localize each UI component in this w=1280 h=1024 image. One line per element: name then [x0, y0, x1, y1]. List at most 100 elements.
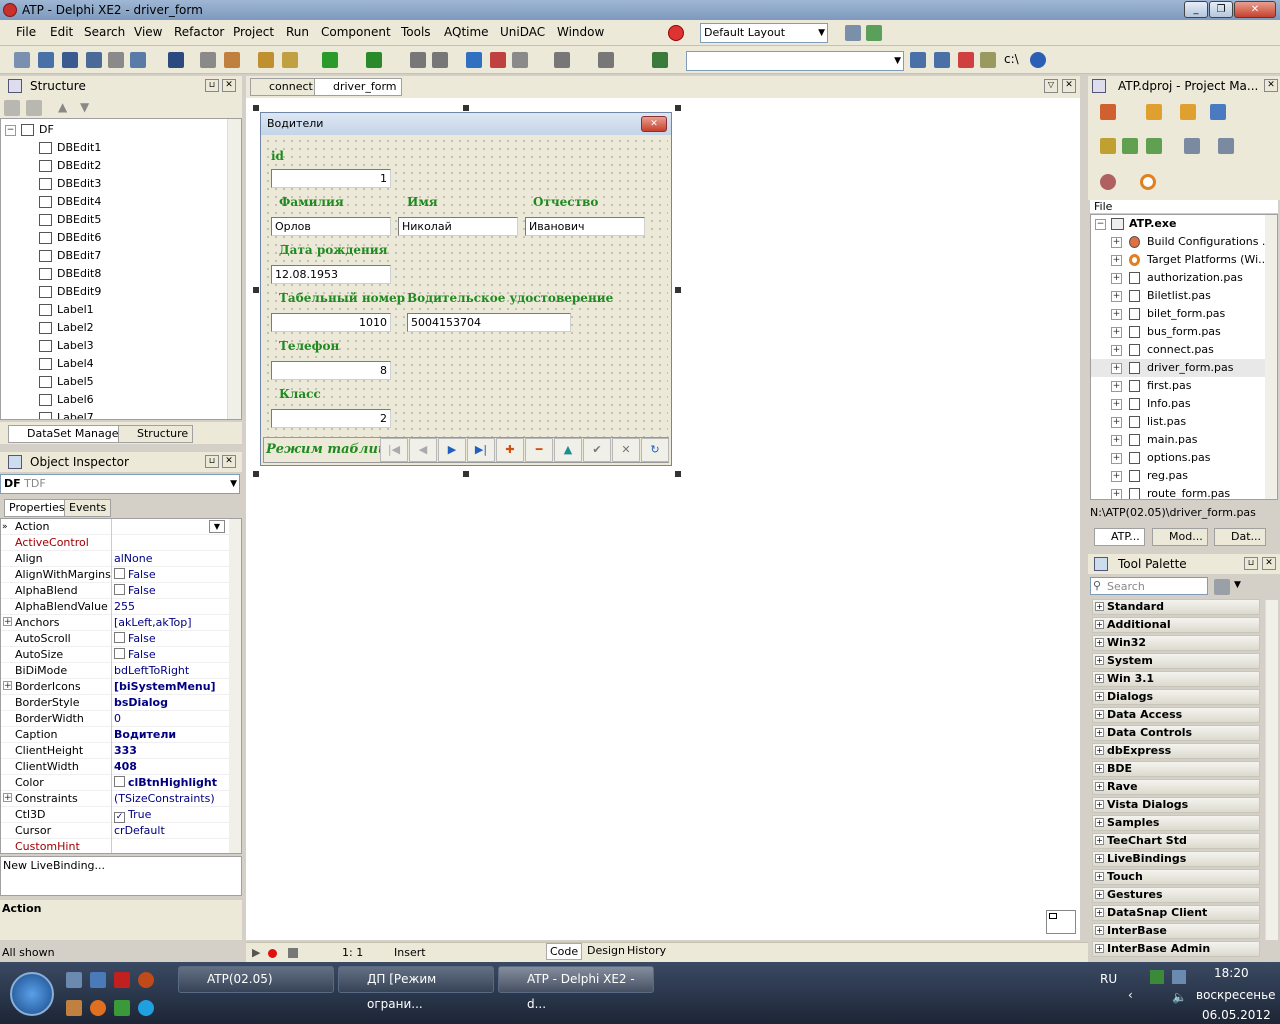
tab-properties[interactable]: Properties: [4, 499, 70, 517]
project-file-item[interactable]: + bus_form.pas: [1091, 323, 1265, 341]
tree-item[interactable]: DBEdit8: [1, 265, 227, 283]
expand-icon[interactable]: +: [1095, 656, 1104, 665]
grab-handle[interactable]: [253, 471, 259, 477]
property-row[interactable]: Caption Водители: [1, 727, 229, 743]
deploy-icon[interactable]: [652, 52, 668, 68]
edit-name[interactable]: Николай: [398, 217, 518, 236]
open-project-icon[interactable]: [108, 52, 124, 68]
property-row[interactable]: BorderWidth 0: [1, 711, 229, 727]
project-file-item[interactable]: + Biletlist.pas: [1091, 287, 1265, 305]
tab-structure[interactable]: Structure: [118, 425, 194, 443]
nav-first-icon[interactable]: |◀: [380, 438, 408, 462]
expand-icon[interactable]: +: [1095, 638, 1104, 647]
palette-category[interactable]: + InterBase: [1092, 923, 1260, 939]
folder-save-icon[interactable]: [282, 52, 298, 68]
checkbox-icon[interactable]: [114, 568, 125, 579]
property-value[interactable]: bdLeftToRight: [114, 663, 189, 679]
property-value[interactable]: 255: [114, 599, 135, 615]
project-root[interactable]: − ATP.exe: [1091, 215, 1265, 233]
remove-file-icon[interactable]: [200, 52, 216, 68]
move-up-icon[interactable]: ▲: [58, 100, 67, 114]
palette-category[interactable]: + dbExpress: [1092, 743, 1260, 759]
palette-category[interactable]: + BDE: [1092, 761, 1260, 777]
expand-icon[interactable]: +: [1111, 435, 1122, 446]
tray-icon[interactable]: [1150, 970, 1164, 984]
expand-icon[interactable]: +: [3, 793, 12, 803]
property-row[interactable]: + Constraints (TSizeConstraints): [1, 791, 229, 807]
collapse-icon[interactable]: [4, 100, 20, 116]
open-icon[interactable]: [38, 52, 54, 68]
project-file-item[interactable]: + main.pas: [1091, 431, 1265, 449]
close-tab-icon[interactable]: ✕: [1062, 79, 1076, 93]
palette-category[interactable]: + TeeChart Std: [1092, 833, 1260, 849]
nav-next-icon[interactable]: ▶: [438, 438, 466, 462]
project-file-item[interactable]: + driver_form.pas: [1091, 359, 1265, 377]
expand-icon[interactable]: +: [1111, 273, 1122, 284]
expand-icon[interactable]: +: [1111, 237, 1122, 248]
project-file-item[interactable]: + bilet_form.pas: [1091, 305, 1265, 323]
property-value[interactable]: bsDialog: [114, 695, 168, 711]
property-row[interactable]: » Action ▼: [1, 519, 229, 535]
edit-personnel-number[interactable]: 1010: [271, 313, 391, 332]
expand-icon[interactable]: +: [1095, 818, 1104, 827]
expand-icon[interactable]: +: [1095, 710, 1104, 719]
palette-category[interactable]: + Touch: [1092, 869, 1260, 885]
tree-item[interactable]: Label5: [1, 373, 227, 391]
play-icon[interactable]: ▶: [252, 943, 260, 963]
expand-icon[interactable]: +: [1111, 453, 1122, 464]
color-icon[interactable]: [958, 52, 974, 68]
palette-category[interactable]: + Rave: [1092, 779, 1260, 795]
tree-item[interactable]: DBEdit6: [1, 229, 227, 247]
folder-icon[interactable]: [1180, 104, 1196, 120]
disk-icon[interactable]: [168, 52, 184, 68]
task-word[interactable]: ДП [Режим ограни...: [338, 966, 494, 1011]
expand-icon[interactable]: +: [1095, 872, 1104, 881]
project-file-item[interactable]: + Build Configurations ...: [1091, 233, 1272, 251]
project-file-item[interactable]: + list.pas: [1091, 413, 1265, 431]
property-row[interactable]: AlignWithMargins False: [1, 567, 229, 583]
quicklaunch-icon[interactable]: [66, 1000, 82, 1016]
property-value[interactable]: [biSystemMenu]: [114, 679, 216, 695]
project-file-item[interactable]: + options.pas: [1091, 449, 1265, 467]
network-icon[interactable]: [1172, 970, 1186, 984]
pin-icon[interactable]: ⊔: [205, 79, 219, 92]
trace-into-icon[interactable]: [466, 52, 482, 68]
property-row[interactable]: BorderStyle bsDialog: [1, 695, 229, 711]
property-row[interactable]: AlphaBlend False: [1, 583, 229, 599]
checkbox-icon[interactable]: ✓: [114, 812, 125, 823]
property-row[interactable]: Align alNone: [1, 551, 229, 567]
property-value[interactable]: 408: [114, 759, 137, 775]
palette-category[interactable]: + Standard: [1092, 599, 1260, 615]
options-icon[interactable]: [980, 52, 996, 68]
component-icon[interactable]: [1046, 910, 1076, 934]
driver-form[interactable]: Водители ✕ id 1 Фамилия Имя Отчество Орл…: [260, 112, 672, 466]
expand-icon[interactable]: +: [1095, 620, 1104, 629]
palette-category[interactable]: + Dialogs: [1092, 689, 1260, 705]
palette-category[interactable]: + Gestures: [1092, 887, 1260, 903]
save-all-icon[interactable]: [86, 52, 102, 68]
quicklaunch-icon[interactable]: [138, 972, 154, 988]
tree-item[interactable]: DBEdit4: [1, 193, 227, 211]
close-panel-icon[interactable]: ✕: [1264, 79, 1278, 92]
platform-icon[interactable]: [1140, 174, 1156, 190]
expand-icon[interactable]: +: [1111, 327, 1122, 338]
project-file-item[interactable]: + route_form.pas: [1091, 485, 1265, 499]
property-grid[interactable]: » Action ▼ ActiveControl Align alNone AlignWit…: [0, 518, 242, 854]
palette-category[interactable]: + Vista Dialogs: [1092, 797, 1260, 813]
language-indicator[interactable]: RU: [1100, 972, 1117, 986]
quicklaunch-icon[interactable]: [114, 972, 130, 988]
project-file-item[interactable]: + Info.pas: [1091, 395, 1265, 413]
close-panel-icon[interactable]: ✕: [222, 455, 236, 468]
delphi-app-icon[interactable]: [3, 3, 17, 17]
expand-icon[interactable]: +: [1111, 255, 1122, 266]
project-file-item[interactable]: + Target Platforms (Wi...: [1091, 251, 1269, 269]
remove-icon[interactable]: [1146, 138, 1162, 154]
property-row[interactable]: + BorderIcons [biSystemMenu]: [1, 679, 229, 695]
project-tree[interactable]: − ATP.exe + Build Configurations ... + Target…: [1090, 214, 1278, 500]
grab-handle[interactable]: [463, 105, 469, 111]
nav-post-icon[interactable]: ✔: [583, 438, 611, 462]
property-row[interactable]: AutoSize False: [1, 647, 229, 663]
tree-root[interactable]: − DF: [1, 121, 227, 139]
palette-category[interactable]: + Additional: [1092, 617, 1260, 633]
expand-icon[interactable]: +: [3, 617, 12, 627]
